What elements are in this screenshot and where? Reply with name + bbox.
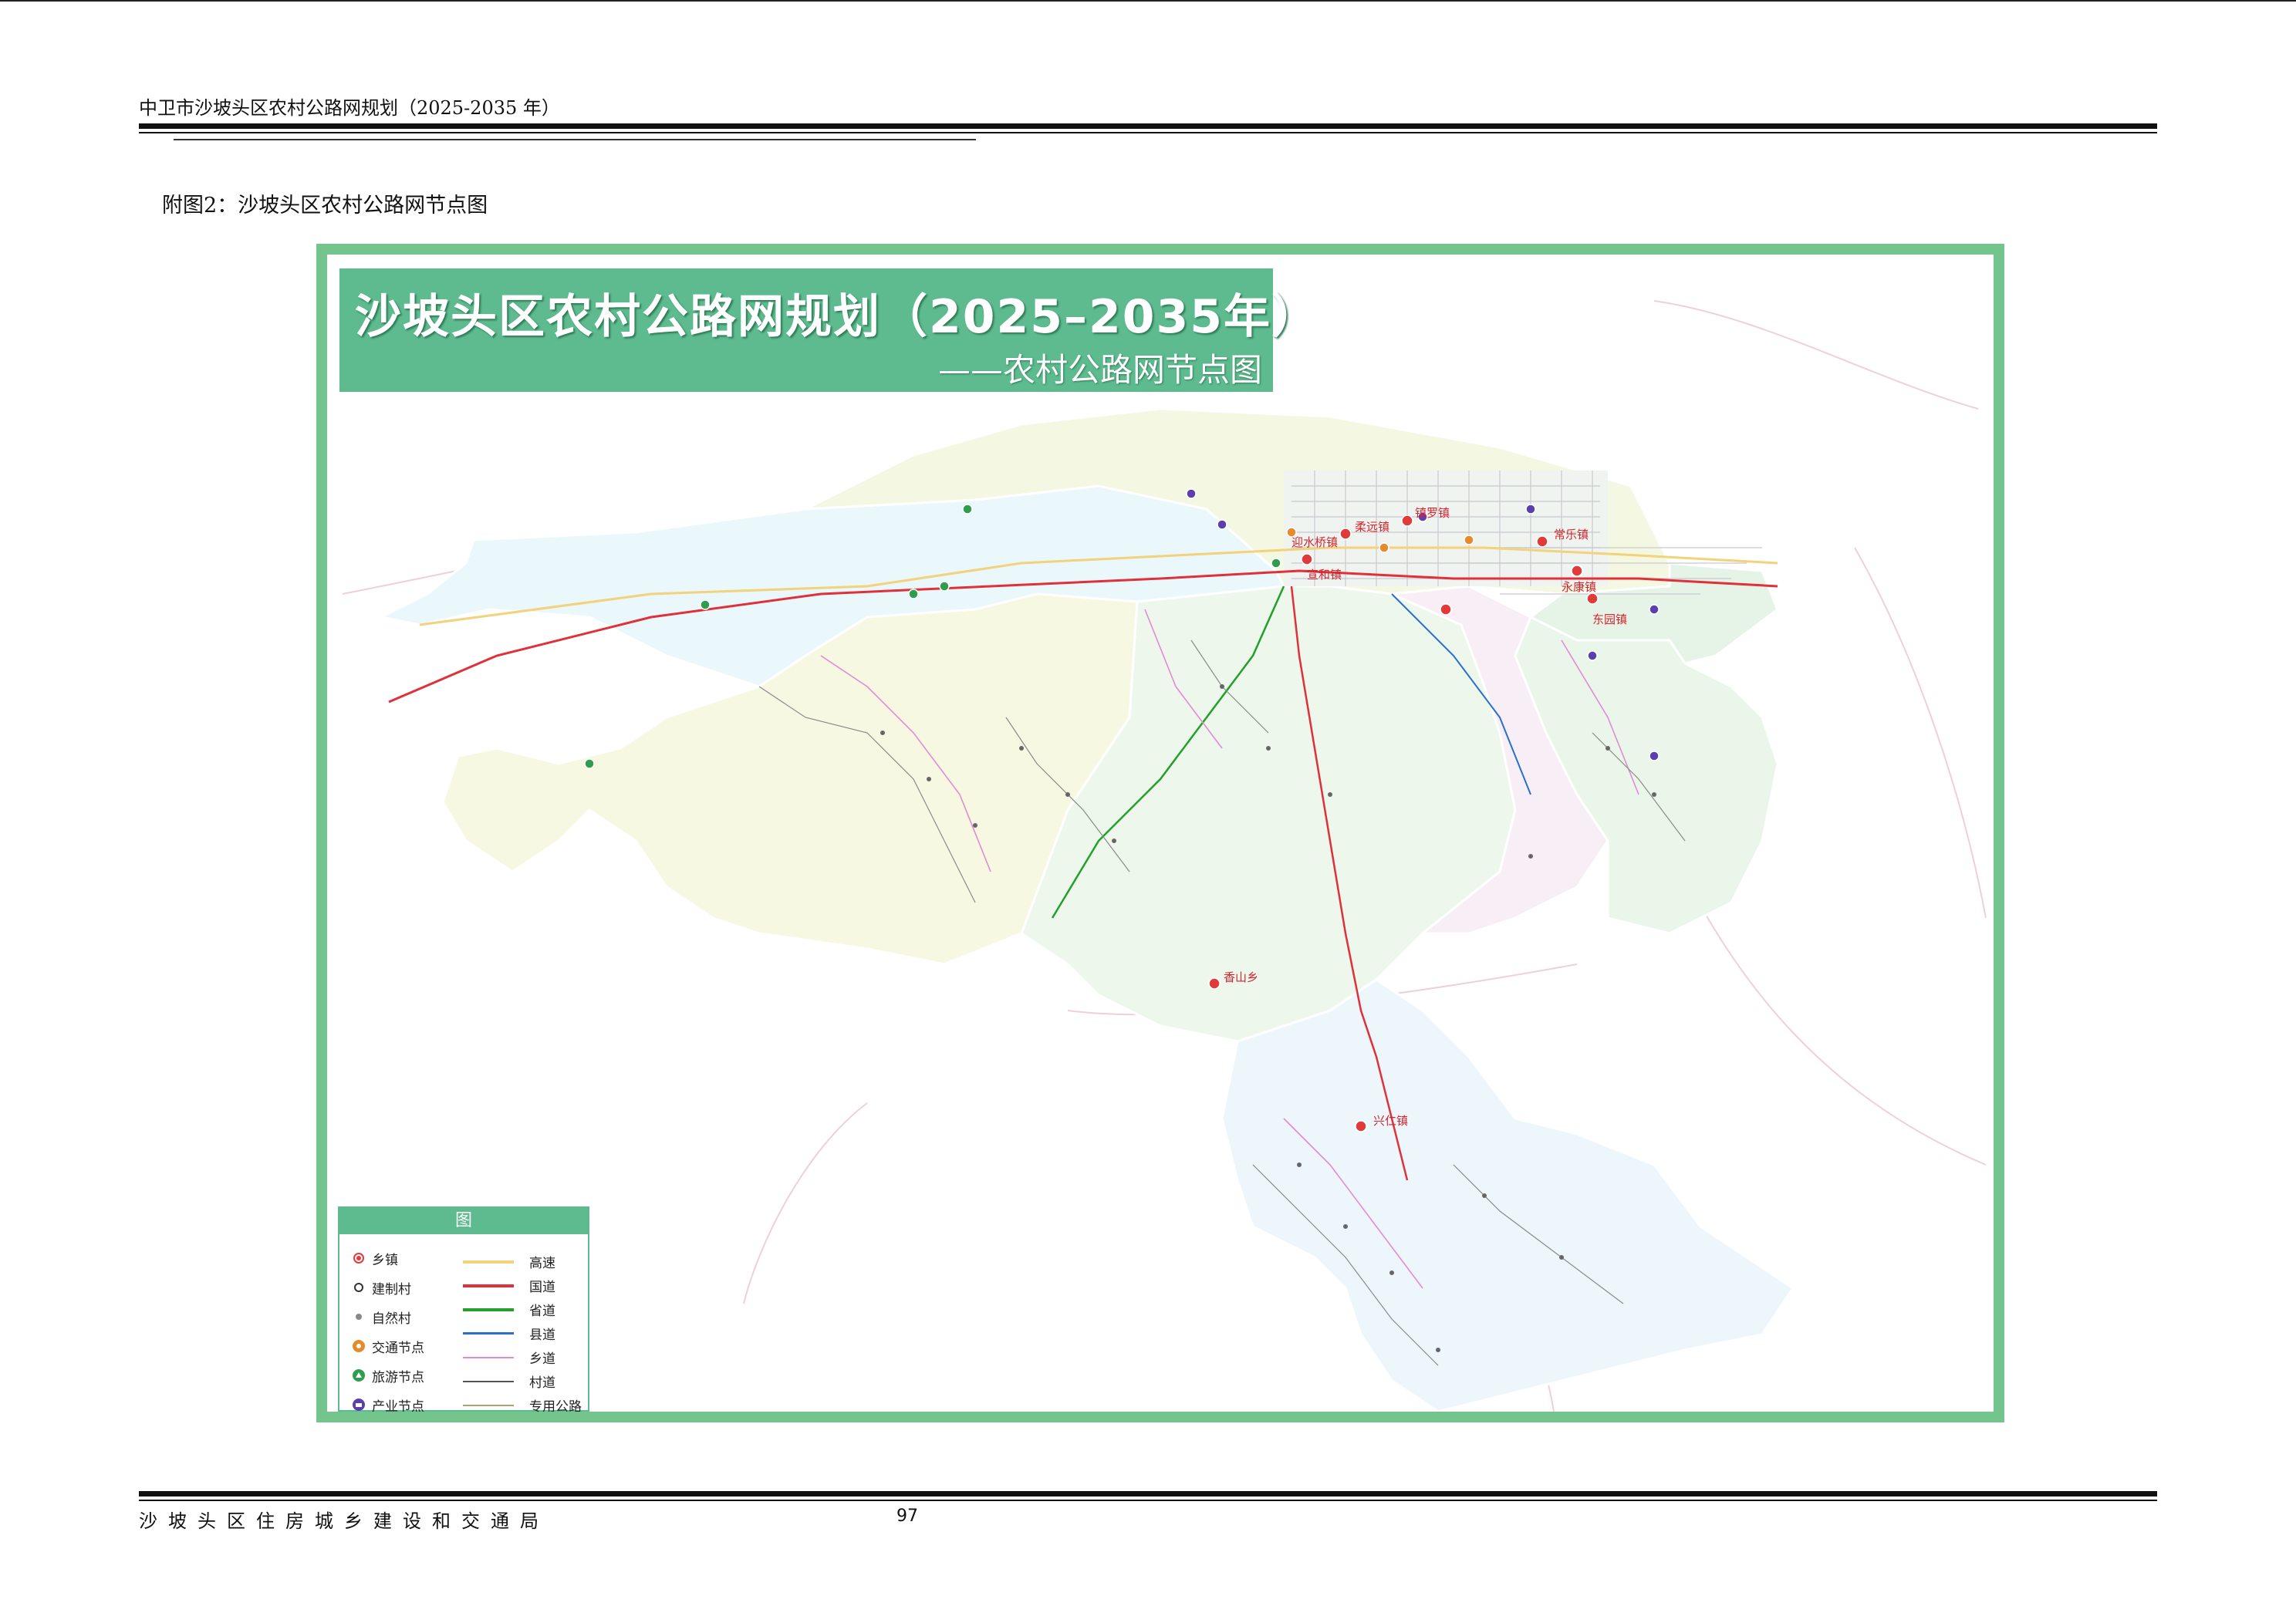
transport-node-icon	[346, 1339, 372, 1353]
town-label: 宣和镇	[1307, 568, 1342, 582]
legend-item-admin-village: 建制村	[346, 1273, 424, 1302]
town-label: 香山乡	[1224, 970, 1258, 984]
footer-rule-thin	[139, 1500, 2157, 1501]
admin-village-icon	[346, 1281, 372, 1294]
legend-line-symbols: 高速 国道 省道 县道 乡道 村道 专用公路	[463, 1250, 582, 1412]
provincial-road-line-icon	[463, 1308, 514, 1311]
special-road-line-icon	[463, 1404, 514, 1406]
map-frame[interactable]: 宣和镇 迎水桥镇 柔远镇 镇罗镇 常乐镇 永康镇 兴仁镇 香山乡 东园镇 沙坡头…	[316, 244, 2004, 1422]
legend-point-symbols: 乡镇 建制村 自然村 交通节点 旅游节点 产业节点	[346, 1243, 424, 1412]
map-subtitle: ——农村公路网节点图	[937, 351, 1262, 389]
legend-item-natural-village: 自然村	[346, 1302, 424, 1331]
region-south	[1221, 978, 1795, 1412]
map-title-banner: 沙坡头区农村公路网规划（2025–2035年） ——农村公路网节点图	[339, 268, 1318, 392]
village-road-line-icon	[463, 1380, 514, 1382]
map-legend: 图 例 乡镇 建制村 自然村 交通节点 旅游节点 产业节点 高速 国道 省道 县…	[338, 1206, 589, 1412]
town-label: 常乐镇	[1554, 528, 1589, 542]
legend-item-expressway: 高速	[463, 1250, 582, 1274]
document-header-title: 中卫市沙坡头区农村公路网规划（2025-2035 年）	[139, 97, 560, 119]
tourism-node-icon	[346, 1368, 372, 1382]
legend-item-county-road: 县道	[463, 1321, 582, 1345]
legend-item-village-road: 村道	[463, 1369, 582, 1393]
town-label: 永康镇	[1562, 580, 1596, 594]
expressway-line-icon	[463, 1260, 514, 1264]
county-road-line-icon	[463, 1332, 514, 1335]
map-title: 沙坡头区农村公路网规划（2025–2035年）	[355, 290, 1319, 344]
header-rule-thin	[139, 132, 2157, 133]
legend-item-special-road: 专用公路	[463, 1393, 582, 1412]
township-road-line-icon	[463, 1356, 514, 1358]
legend-title: 图 例	[339, 1208, 588, 1257]
town-label: 迎水桥镇	[1292, 535, 1338, 549]
legend-item-national-road: 国道	[463, 1274, 582, 1297]
figure-caption: 附图2：沙坡头区农村公路网节点图	[162, 194, 488, 218]
industry-node-icon	[346, 1398, 372, 1412]
town-label: 东园镇	[1592, 612, 1627, 626]
national-road-line-icon	[463, 1284, 514, 1287]
legend-item-transport-node: 交通节点	[346, 1331, 424, 1361]
town-label: 兴仁镇	[1373, 1114, 1408, 1128]
legend-item-tourism-node: 旅游节点	[346, 1361, 424, 1390]
header-rule-short	[174, 139, 976, 140]
header-rule	[139, 123, 2157, 129]
town-label: 柔远镇	[1355, 520, 1389, 534]
legend-item-provincial-road: 省道	[463, 1297, 582, 1321]
legend-item-town: 乡镇	[346, 1243, 424, 1273]
footer-organization: 沙坡头区住房城乡建设和交通局	[139, 1510, 549, 1532]
legend-item-township-road: 乡道	[463, 1345, 582, 1369]
town-label: 镇罗镇	[1415, 506, 1450, 520]
legend-item-industry-node: 产业节点	[346, 1390, 424, 1412]
town-icon	[346, 1252, 372, 1264]
page-number: 97	[896, 1507, 918, 1526]
natural-village-icon	[346, 1311, 372, 1323]
footer-rule	[139, 1491, 2157, 1496]
